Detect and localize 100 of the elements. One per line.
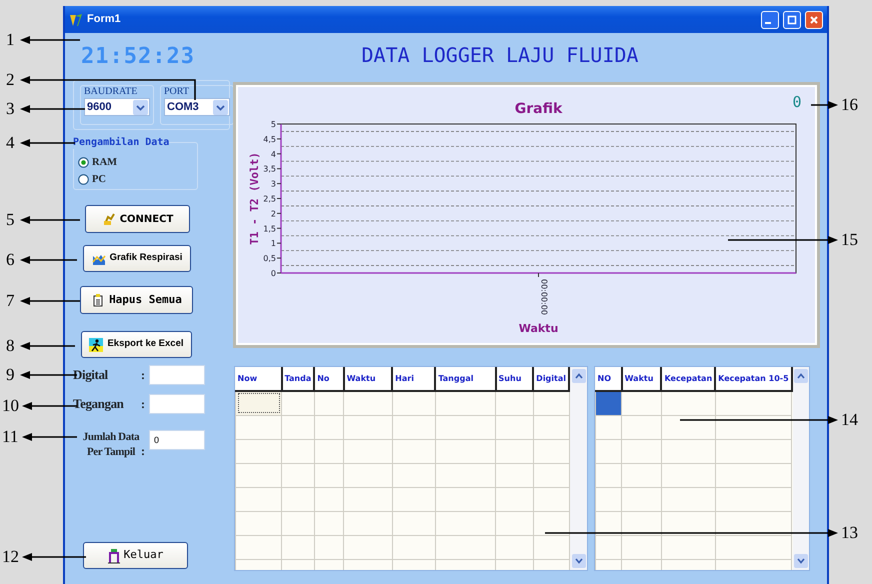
- table-cell[interactable]: [596, 463, 622, 487]
- table-cell[interactable]: [596, 439, 622, 463]
- running-figure-icon: [89, 338, 104, 352]
- axis-title: T1 - T2 (Volt): [248, 152, 261, 245]
- column-header[interactable]: No: [314, 367, 344, 391]
- column-header[interactable]: Suhu: [496, 367, 534, 391]
- export-button[interactable]: Eksport ke Excel: [81, 331, 192, 358]
- arrow: [20, 342, 75, 350]
- chart-title: Grafik: [514, 101, 562, 117]
- arrow: [811, 101, 838, 109]
- arrow: [20, 36, 80, 44]
- close-button[interactable]: [805, 10, 823, 28]
- scrollbar[interactable]: [792, 367, 809, 570]
- radio-button[interactable]: [78, 174, 89, 185]
- arrow: [20, 216, 80, 224]
- minimize-button[interactable]: [761, 10, 779, 28]
- table-cell[interactable]: [236, 415, 282, 439]
- callout-number: 8: [6, 337, 14, 355]
- selected-cell[interactable]: [596, 391, 622, 415]
- chart-button[interactable]: Grafik Respirasi: [83, 245, 191, 272]
- axis-tick-label: 3,5: [263, 164, 276, 174]
- column-header[interactable]: Digital: [533, 367, 570, 391]
- maximize-button[interactable]: [783, 10, 801, 28]
- table-cell[interactable]: [596, 535, 622, 559]
- maximize-icon: [787, 14, 797, 24]
- table-cell[interactable]: [236, 487, 282, 511]
- axis-tick-label: 4,5: [263, 134, 276, 144]
- connect-button[interactable]: CONNECT: [85, 205, 190, 233]
- radio-button[interactable]: [78, 157, 89, 168]
- arrow: [20, 256, 77, 264]
- table-cell[interactable]: [236, 439, 282, 463]
- clear-button[interactable]: Hapus Semua: [80, 286, 193, 314]
- column-header[interactable]: Kecepatan 10-5: [715, 367, 792, 391]
- window-title: Form1: [87, 12, 121, 28]
- callout-number: 12: [2, 548, 19, 566]
- axis-tick-label: 3: [270, 180, 276, 189]
- callout-number: 5: [6, 211, 14, 229]
- column-header[interactable]: Hari: [392, 367, 436, 391]
- table-cell[interactable]: [236, 535, 282, 559]
- colon-text: :: [141, 443, 146, 460]
- data-grid[interactable]: NO Waktu Kecepatan Kecepatan 10-5: [594, 366, 810, 571]
- axis-tick-label: 0: [270, 269, 276, 278]
- callout-number: 6: [6, 251, 14, 269]
- clock-display: 21:52:23: [81, 45, 195, 69]
- column-header[interactable]: Now: [236, 367, 282, 391]
- input-field[interactable]: [149, 365, 205, 385]
- axis-tick-label: 00:00:00: [540, 279, 548, 315]
- axis-tick-label: 2: [270, 209, 276, 218]
- field-label: Jumlah Data Per Tampil: [82, 430, 140, 460]
- column-header[interactable]: Waktu: [622, 367, 662, 391]
- baudrate-combo[interactable]: 9600: [84, 98, 150, 116]
- exit-button[interactable]: Keluar: [83, 542, 188, 569]
- input-field[interactable]: [149, 394, 205, 414]
- radio-label[interactable]: PC: [92, 171, 106, 188]
- field-label: Tegangan: [73, 395, 125, 414]
- axis-tick-label: 1,5: [263, 224, 276, 234]
- table-cell[interactable]: [596, 415, 622, 439]
- column-header[interactable]: Tanda: [282, 367, 314, 391]
- arrow: [20, 105, 85, 113]
- app-heading: DATA LOGGER LAJU FLUIDA: [360, 42, 640, 69]
- table-cell[interactable]: [596, 511, 622, 535]
- colon-text: :: [141, 396, 146, 413]
- arrow: [20, 297, 80, 305]
- arrow: [22, 553, 86, 561]
- axis-title: Waktu: [518, 322, 558, 335]
- scrollbar[interactable]: [570, 367, 587, 570]
- column-header[interactable]: NO: [596, 367, 622, 391]
- callout-number: 4: [6, 134, 14, 152]
- minimize-icon: [765, 22, 771, 24]
- field-label: PORT: [164, 86, 190, 98]
- callout-number: 11: [2, 428, 18, 446]
- column-header[interactable]: Kecepatan: [661, 367, 716, 391]
- column-header[interactable]: Tanggal: [435, 367, 496, 391]
- column-header[interactable]: Waktu: [344, 367, 392, 391]
- axis-tick-label: 0,5: [263, 254, 276, 264]
- callout-number: 9: [6, 366, 14, 384]
- field-label: BAUDRATE: [84, 86, 138, 98]
- arrow: [20, 139, 75, 147]
- close-icon: [809, 14, 819, 24]
- callout-number: 10: [2, 397, 19, 415]
- callout-number: 1: [6, 31, 14, 49]
- callout-number: 14: [841, 411, 858, 429]
- table-cell[interactable]: [236, 463, 282, 487]
- door-icon: [108, 548, 120, 564]
- radio-label[interactable]: RAM: [92, 154, 118, 171]
- group-title: Pengambilan Data: [73, 136, 170, 149]
- callout-number: 15: [841, 231, 858, 249]
- arrow: [22, 433, 77, 441]
- field-label: Digital: [73, 366, 109, 384]
- callout-number: 3: [6, 100, 14, 118]
- callout-number: 16: [841, 96, 858, 114]
- port-combo[interactable]: COM3: [164, 98, 230, 116]
- axis-tick-label: 1: [270, 239, 276, 248]
- plug-icon: [102, 212, 116, 226]
- focused-cell[interactable]: [236, 391, 282, 415]
- callout-number: 13: [841, 524, 858, 542]
- table-cell[interactable]: [596, 487, 622, 511]
- input-field[interactable]: 0: [149, 430, 205, 450]
- data-grid[interactable]: Now Tanda No Waktu Hari Tanggal Suhu Digital: [234, 366, 588, 571]
- table-cell[interactable]: [236, 511, 282, 535]
